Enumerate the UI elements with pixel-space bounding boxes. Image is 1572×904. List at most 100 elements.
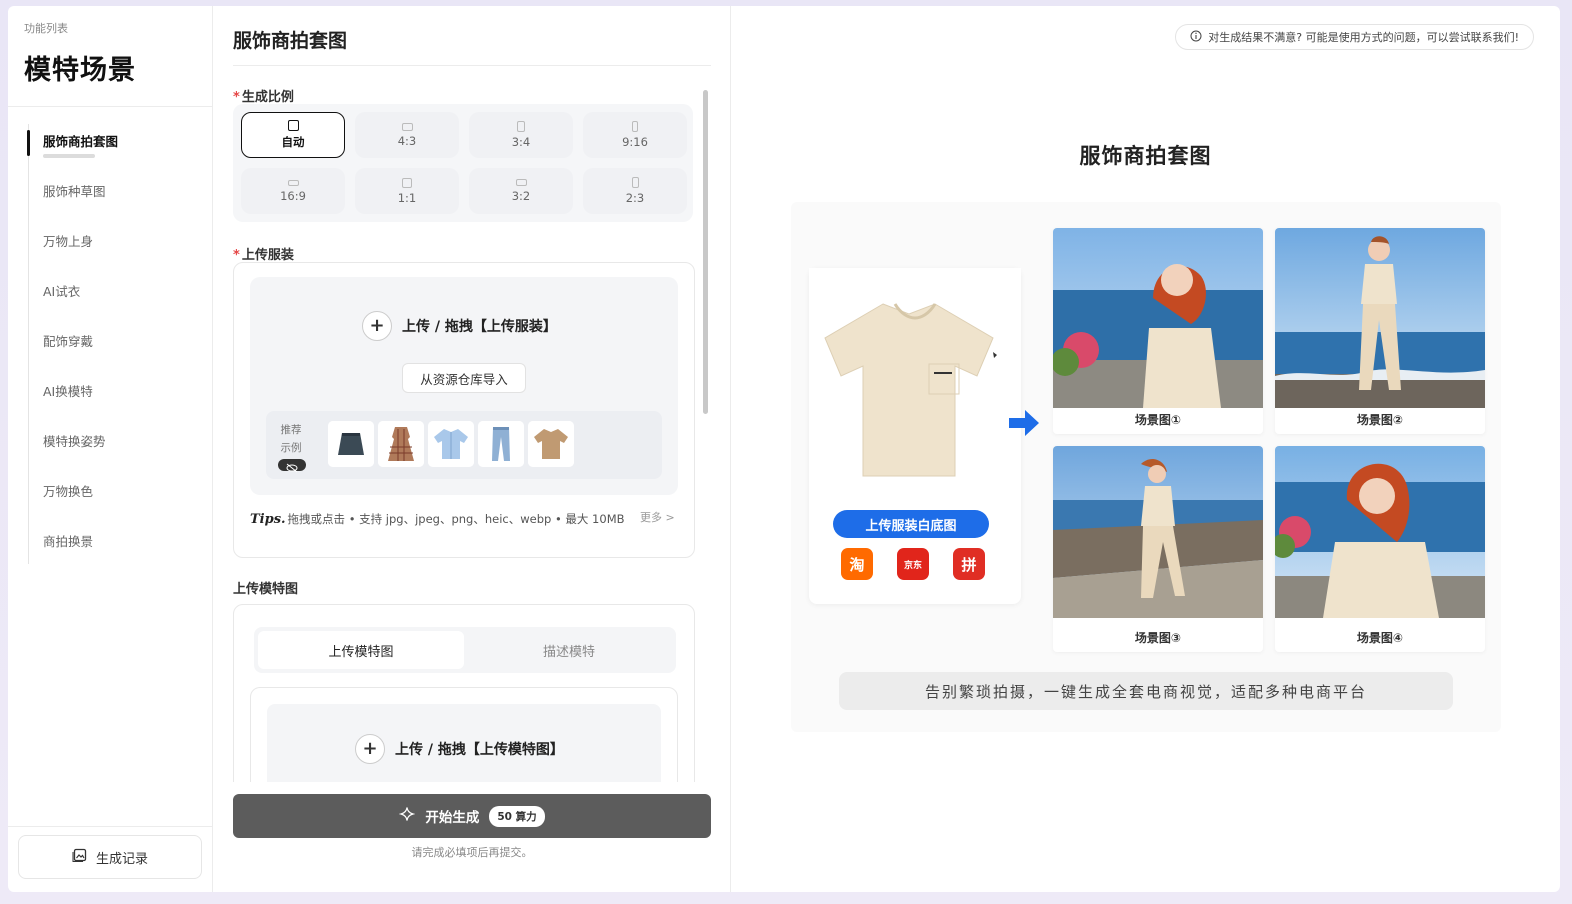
sidebar-item-accessory[interactable]: 配饰穿戴 bbox=[43, 332, 93, 352]
ratio-2-3[interactable]: 2:3 bbox=[583, 168, 687, 214]
upload-white-bg-button: 上传服装白底图 bbox=[833, 510, 989, 538]
sidebar-item-anything-on-body[interactable]: 万物上身 bbox=[43, 232, 93, 252]
sidebar-item-clothing-seed[interactable]: 服饰种草图 bbox=[43, 182, 106, 202]
sidebar: 功能列表 模特场景 服饰商拍套图 服饰种草图 万物上身 AI试衣 配饰穿戴 AI… bbox=[8, 6, 213, 892]
model-tabs: 上传模特图 描述模特 bbox=[254, 627, 676, 673]
info-icon bbox=[1190, 30, 1202, 45]
examples-label: 推荐 示例 bbox=[276, 421, 306, 457]
sidebar-item-model-pose[interactable]: 模特换姿势 bbox=[43, 432, 106, 452]
import-from-repo-button[interactable]: 从资源仓库导入 bbox=[402, 363, 526, 393]
ratio-4-3[interactable]: 4:3 bbox=[355, 112, 459, 158]
ratio-label-text: 3:2 bbox=[511, 189, 531, 203]
scene-label: 场景图① bbox=[1134, 413, 1182, 427]
cost-badge: 50 算力 bbox=[489, 805, 545, 827]
sidebar-nav: 服饰商拍套图 服饰种草图 万物上身 AI试衣 配饰穿戴 AI换模特 模特换姿势 … bbox=[27, 124, 208, 564]
active-underline bbox=[43, 154, 95, 158]
sparkle-icon bbox=[399, 806, 416, 826]
ratio-1-1[interactable]: 1:1 bbox=[355, 168, 459, 214]
upload-model-action[interactable]: + 上传 / 拖拽【上传模特图】 bbox=[355, 734, 564, 764]
sidebar-item-ai-change-model[interactable]: AI换模特 bbox=[43, 382, 93, 402]
upload-model-dropzone[interactable]: + 上传 / 拖拽【上传模特图】 bbox=[267, 704, 661, 782]
pinduoduo-logo: 拼 bbox=[953, 548, 985, 580]
ratio-3-4[interactable]: 3:4 bbox=[469, 112, 573, 158]
page-title: 服饰商拍套图 bbox=[233, 30, 348, 52]
feedback-notice[interactable]: 对生成结果不满意? 可能是使用方式的问题，可以尝试联系我们! bbox=[1175, 24, 1534, 50]
sidebar-item-recolor[interactable]: 万物换色 bbox=[43, 482, 93, 502]
form-panel: 服饰商拍套图 * 生成比例 自动 4:3 3:4 9:16 16:9 1:1 3… bbox=[213, 6, 731, 892]
ratio-auto[interactable]: 自动 bbox=[241, 112, 345, 158]
preview-title: 服饰商拍套图 bbox=[1079, 144, 1212, 168]
divider bbox=[8, 826, 213, 827]
upload-tips: Tips. 拖拽或点击 • 支持 jpg、jpeg、png、heic、webp •… bbox=[250, 512, 625, 527]
arrow-right-icon bbox=[1007, 408, 1041, 442]
scrollbar[interactable] bbox=[701, 80, 709, 780]
more-link[interactable]: 更多 > bbox=[640, 509, 675, 525]
tab-describe-model[interactable]: 描述模特 bbox=[466, 631, 672, 669]
submit-hint: 请完成必填项后再提交。 bbox=[411, 846, 533, 859]
jd-logo: 京东 bbox=[897, 548, 929, 580]
example-thumb-jeans[interactable] bbox=[478, 421, 524, 467]
upload-clothing-dropzone[interactable]: + 上传 / 拖拽【上传服装】 从资源仓库导入 推荐 示例 bbox=[250, 277, 678, 495]
upload-action-text: 上传 / 拖拽【上传服装】 bbox=[402, 319, 557, 335]
generation-record-label: 生成记录 bbox=[95, 851, 148, 867]
ratio-shape-icon bbox=[401, 122, 413, 131]
upload-model-label: 上传模特图 bbox=[233, 582, 299, 597]
active-indicator bbox=[27, 130, 30, 156]
plus-icon: + bbox=[362, 311, 392, 341]
examples-label-line: 推荐 bbox=[280, 424, 302, 436]
start-generate-label: 开始生成 bbox=[425, 810, 480, 826]
example-thumb-plaid-dress[interactable] bbox=[378, 421, 424, 467]
sidebar-item-scene-swap[interactable]: 商拍换景 bbox=[43, 532, 93, 552]
upload-action-text: 上传 / 拖拽【上传模特图】 bbox=[395, 742, 564, 758]
scrollbar-thumb[interactable] bbox=[703, 90, 708, 414]
sidebar-caption: 功能列表 bbox=[24, 22, 68, 35]
ratio-shape-icon bbox=[517, 121, 525, 132]
upload-clothing-label: * 上传服装 bbox=[233, 248, 294, 263]
ratio-shape-icon bbox=[631, 177, 639, 188]
scene-image-4: 场景图④ bbox=[1275, 446, 1485, 652]
ratio-label-text: 3:4 bbox=[511, 135, 531, 149]
sidebar-title: 模特场景 bbox=[24, 55, 136, 86]
sidebar-item-ai-try-on[interactable]: AI试衣 bbox=[43, 282, 80, 302]
recommended-examples: 推荐 示例 bbox=[266, 411, 662, 479]
tshirt-product-image bbox=[809, 268, 1021, 504]
upload-clothing-card: + 上传 / 拖拽【上传服装】 从资源仓库导入 推荐 示例 Tips. 拖拽或点… bbox=[233, 262, 695, 558]
ratio-shape-icon bbox=[515, 179, 527, 186]
upload-model-card: 上传模特图 描述模特 + 上传 / 拖拽【上传模特图】 bbox=[233, 604, 695, 782]
plus-icon: + bbox=[355, 734, 385, 764]
app-window: 功能列表 模特场景 服饰商拍套图 服饰种草图 万物上身 AI试衣 配饰穿戴 AI… bbox=[8, 6, 1560, 892]
platform-logos: 淘 京东 拼 bbox=[841, 548, 985, 580]
example-thumb-skirt[interactable] bbox=[328, 421, 374, 467]
form-scroll-area[interactable]: * 生成比例 自动 4:3 3:4 9:16 16:9 1:1 3:2 2:3 … bbox=[233, 76, 711, 782]
tab-upload-model[interactable]: 上传模特图 bbox=[258, 631, 464, 669]
start-generate-button[interactable]: 开始生成 50 算力 bbox=[233, 794, 711, 838]
upload-clothing-action[interactable]: + 上传 / 拖拽【上传服装】 bbox=[362, 311, 557, 341]
scene-label: 场景图② bbox=[1356, 413, 1404, 427]
square-icon bbox=[287, 120, 299, 131]
ratio-3-2[interactable]: 3:2 bbox=[469, 168, 573, 214]
ratio-9-16[interactable]: 9:16 bbox=[583, 112, 687, 158]
scene-image-3: 场景图③ bbox=[1053, 446, 1263, 652]
eye-off-icon[interactable] bbox=[278, 459, 306, 473]
feedback-notice-text: 对生成结果不满意? 可能是使用方式的问题，可以尝试联系我们! bbox=[1208, 31, 1519, 44]
ratio-16-9[interactable]: 16:9 bbox=[241, 168, 345, 214]
divider bbox=[8, 106, 213, 107]
example-showcase: 上传服装白底图 淘 京东 拼 场景图① 场景图② 场景图③ 场景图④ 告别繁琐拍… bbox=[791, 202, 1501, 732]
slogan-banner: 告别繁琐拍摄，一键生成全套电商视觉，适配多种电商平台 bbox=[839, 672, 1453, 710]
ratio-label-text: 1:1 bbox=[397, 190, 417, 205]
scene-image-2: 场景图② bbox=[1275, 228, 1485, 434]
generation-record-button[interactable]: 生成记录 bbox=[18, 835, 202, 879]
divider bbox=[233, 65, 711, 66]
sidebar-item-clothing-set[interactable]: 服饰商拍套图 bbox=[43, 132, 118, 152]
ratio-label-text: 9:16 bbox=[622, 135, 648, 149]
example-thumb-blue-shirt[interactable] bbox=[428, 421, 474, 467]
ratio-label: * 生成比例 bbox=[233, 90, 294, 105]
scene-label: 场景图④ bbox=[1356, 631, 1404, 645]
ratio-shape-icon bbox=[632, 121, 638, 132]
ratio-label-text: 16:9 bbox=[280, 188, 306, 203]
taobao-logo: 淘 bbox=[841, 548, 873, 580]
ratio-selector: 自动 4:3 3:4 9:16 16:9 1:1 3:2 2:3 bbox=[233, 104, 693, 222]
ratio-shape-icon bbox=[402, 177, 412, 188]
example-thumb-tshirt[interactable] bbox=[528, 421, 574, 467]
ratio-label-text: 4:3 bbox=[397, 133, 417, 148]
